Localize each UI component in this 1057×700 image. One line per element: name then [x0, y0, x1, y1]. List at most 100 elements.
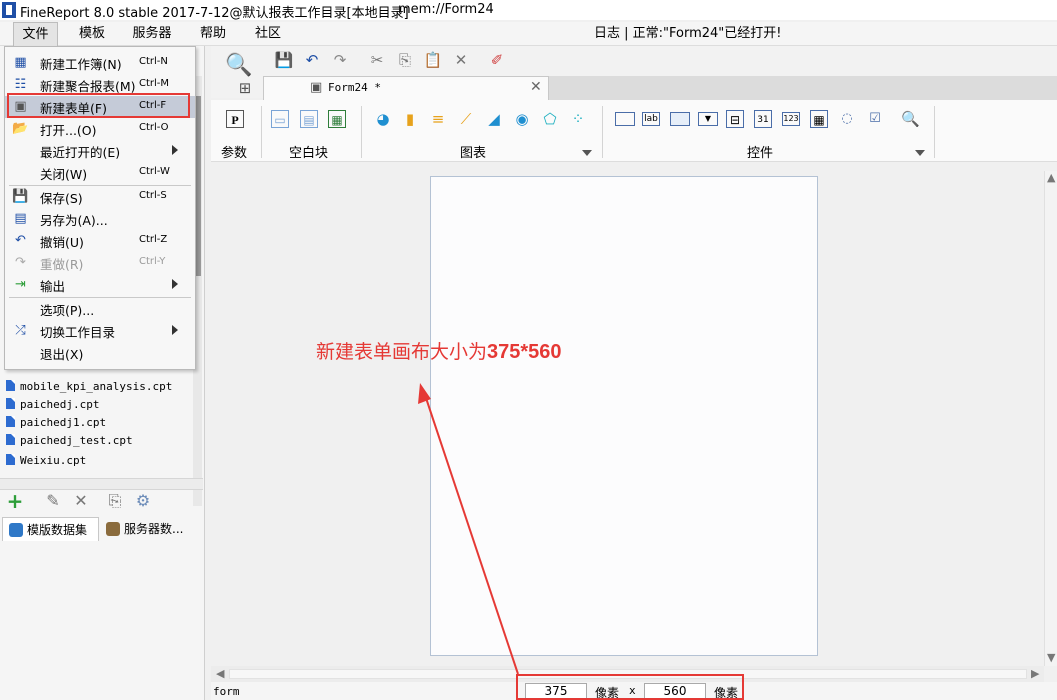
redo-icon: ↷ — [15, 255, 26, 270]
status-message: 日志 | 正常:"Form24"已经打开! — [594, 26, 782, 41]
menu-item-new-workbook[interactable]: ▦ 新建工作簿(N) Ctrl-N — [5, 52, 195, 74]
new-aggregate-icon: ☷ — [14, 77, 27, 92]
separator — [602, 106, 603, 158]
blank-block-icon[interactable]: ▭ — [271, 110, 289, 128]
cut-icon[interactable]: ✂ — [367, 50, 387, 70]
cpt-file-icon — [6, 434, 15, 445]
label-widget-icon[interactable] — [615, 112, 635, 126]
menu-item-undo[interactable]: ↶ 撤销(U) Ctrl-Z — [5, 230, 195, 252]
group-param: 参数 — [221, 146, 248, 161]
tab-server-dataset[interactable]: 服务器数... — [100, 517, 202, 541]
cpt-file-icon — [6, 398, 15, 409]
button-widget-icon[interactable] — [670, 112, 690, 126]
template-tab-bar: ⊞ ▣ Form24 * ✕ — [239, 76, 1057, 100]
widget-dropdown-icon[interactable] — [915, 150, 925, 156]
paste-icon[interactable]: 📋 — [423, 50, 443, 70]
file-item[interactable]: paichedj1.cpt — [6, 414, 106, 432]
menu-server[interactable]: 服务器 — [126, 22, 178, 46]
param-pane-icon[interactable]: P — [226, 110, 244, 128]
close-tab-icon[interactable]: ✕ — [530, 79, 542, 95]
radar-chart-icon[interactable]: ⬠ — [541, 110, 559, 128]
save-icon[interactable]: 💾 — [274, 50, 294, 70]
panel-splitter[interactable] — [0, 478, 203, 490]
horizontal-bar-icon[interactable]: ≡ — [429, 110, 447, 128]
scroll-up-icon[interactable]: ▲ — [1047, 171, 1055, 184]
form-icon: ▣ — [310, 80, 323, 95]
file-item[interactable]: mobile_kpi_analysis.cpt — [6, 378, 172, 396]
separator — [934, 106, 935, 158]
grid-widget-icon[interactable]: ▦ — [810, 110, 828, 128]
size-highlight-box — [516, 674, 744, 700]
file-item[interactable]: Weixiu.cpt — [6, 452, 86, 470]
pie-chart-icon[interactable]: ◕ — [374, 110, 392, 128]
line-chart-icon[interactable]: ⟋ — [457, 110, 475, 128]
submenu-arrow-icon — [172, 279, 178, 289]
menu-help[interactable]: 帮助 — [193, 22, 233, 46]
menu-file[interactable]: 文件 — [13, 22, 58, 46]
scroll-right-icon[interactable]: ▶ — [1031, 667, 1039, 680]
menu-item-export[interactable]: ⇥ 输出 — [5, 274, 195, 296]
tab-block-icon[interactable]: ▤ — [300, 110, 318, 128]
redo-icon[interactable]: ↷ — [330, 50, 350, 70]
table-block-icon[interactable]: ▦ — [328, 110, 346, 128]
scatter-chart-icon[interactable]: ⁘ — [569, 110, 587, 128]
new-workbook-icon: ▦ — [14, 55, 27, 70]
menu-community[interactable]: 社区 — [248, 22, 288, 46]
number-widget-icon[interactable]: 123 — [782, 112, 800, 126]
menu-template[interactable]: 模板 — [72, 22, 112, 46]
menu-bar: 文件 模板 服务器 帮助 社区 日志 | 正常:"Form24"已经打开! — [0, 22, 1057, 46]
save-as-icon: ▤ — [14, 211, 27, 226]
menu-item-close[interactable]: 关闭(W) Ctrl-W — [5, 162, 195, 184]
group-chart: 图表 — [460, 146, 487, 161]
group-widget: 控件 — [747, 146, 774, 161]
radio-group-icon[interactable]: ◌ — [838, 110, 856, 128]
tab-form24[interactable]: ▣ Form24 * ✕ — [263, 76, 549, 100]
scroll-left-icon[interactable]: ◀ — [216, 667, 224, 680]
switch-dir-icon: ⤮ — [15, 323, 26, 338]
gauge-chart-icon[interactable]: ◉ — [513, 110, 531, 128]
menu-item-save-as[interactable]: ▤ 另存为(A)... — [5, 208, 195, 230]
preview-icon[interactable]: ⎘ — [104, 490, 126, 512]
file-item[interactable]: paichedj.cpt — [6, 396, 99, 414]
copy-icon[interactable]: ⎘ — [395, 50, 415, 70]
date-widget-icon[interactable]: 31 — [754, 110, 772, 128]
menu-item-open[interactable]: 📂 打开...(O) Ctrl-O — [5, 118, 195, 140]
checkbox-group-icon[interactable]: ☑ — [866, 110, 884, 128]
combobox-widget-icon[interactable]: ▼ — [698, 112, 718, 126]
bar-chart-icon[interactable]: ▮ — [401, 110, 419, 128]
menu-item-save[interactable]: 💾 保存(S) Ctrl-S — [5, 186, 195, 208]
undo-icon[interactable]: ↶ — [302, 50, 322, 70]
menu-item-options[interactable]: 选项(P)... — [5, 298, 195, 320]
dataset-settings-icon[interactable]: ⚙ — [132, 490, 154, 512]
separator — [261, 106, 262, 158]
delete-icon[interactable]: ✕ — [451, 50, 471, 70]
annotation-text: 新建表单画布大小为375*560 — [316, 341, 562, 363]
tree-widget-icon[interactable]: ⊟ — [726, 110, 744, 128]
menu-item-exit[interactable]: 退出(X) — [5, 342, 195, 364]
menu-item-switch-dir[interactable]: ⤮ 切换工作目录 — [5, 320, 195, 342]
undo-icon: ↶ — [15, 233, 26, 248]
form-canvas[interactable] — [430, 176, 818, 656]
add-dataset-icon[interactable]: + — [4, 490, 26, 512]
tab-template-dataset[interactable]: 模版数据集 — [2, 517, 99, 541]
file-item[interactable]: paichedj_test.cpt — [6, 432, 133, 450]
menu-item-recent[interactable]: 最近打开的(E) — [5, 140, 195, 162]
menu-item-redo[interactable]: ↷ 重做(R) Ctrl-Y — [5, 252, 195, 274]
delete-icon[interactable]: ✕ — [70, 490, 92, 512]
submenu-arrow-icon — [172, 325, 178, 335]
chart-dropdown-icon[interactable] — [582, 150, 592, 156]
editor-area: 🔍 💾 ↶ ↷ ✂ ⎘ 📋 ✕ ✐ ▾ ⊞ ▣ Form24 * ✕ P 参数 … — [211, 46, 1057, 700]
area-chart-icon[interactable]: ◢ — [485, 110, 503, 128]
text-widget-icon[interactable]: lab — [642, 112, 660, 126]
search-widget-icon[interactable]: 🔍 — [901, 110, 920, 128]
canvas-vertical-scrollbar[interactable]: ▲ ▼ — [1044, 171, 1057, 666]
scroll-down-icon[interactable]: ▼ — [1047, 651, 1055, 664]
design-canvas-area[interactable] — [211, 171, 1044, 666]
cpt-file-icon — [6, 454, 15, 465]
new-form-highlight-box — [7, 93, 190, 118]
new-cell-icon[interactable]: ⊞ — [235, 78, 255, 98]
design-mode-label: form — [213, 685, 240, 698]
edit-icon[interactable]: ✎ — [42, 490, 64, 512]
format-brush-icon[interactable]: ✐ — [487, 50, 507, 70]
title-bar: FineReport 8.0 stable 2017-7-12@默认报表工作目录… — [0, 0, 1057, 21]
